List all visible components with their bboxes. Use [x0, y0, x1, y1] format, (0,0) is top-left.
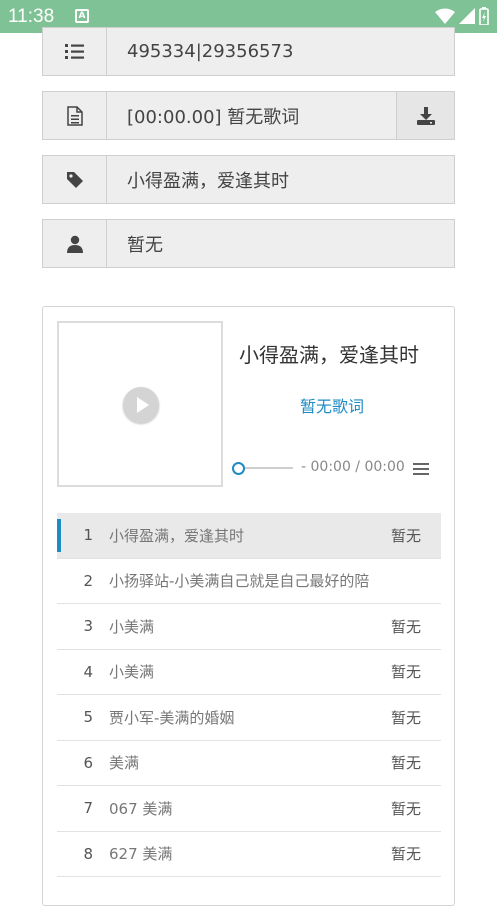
track-artist: 暂无: [390, 526, 421, 545]
track-number: 6: [83, 753, 93, 772]
play-button[interactable]: [123, 387, 159, 423]
track-number: 1: [83, 526, 93, 545]
track-number: 8: [83, 844, 93, 863]
track-artist: 暂无: [390, 754, 421, 773]
progress-handle[interactable]: [232, 462, 245, 475]
artist-field: 暂无: [42, 219, 455, 268]
track-number: 5: [83, 708, 93, 727]
wifi-icon: [435, 8, 455, 24]
tag-icon: [43, 156, 107, 203]
list-item[interactable]: 7 067 美满 暂无: [57, 786, 441, 832]
status-time: 11:38: [8, 6, 55, 27]
track-name: 627 美满: [109, 845, 173, 864]
track-artist: 暂无: [390, 617, 421, 636]
track-name: 小美满: [109, 617, 155, 636]
notification-icon: A: [75, 9, 89, 23]
song-title-field: 小得盈满，爱逢其时: [42, 155, 455, 204]
lyric-value: [00:00.00] 暂无歌词: [127, 106, 300, 128]
track-name: 小扬驿站-小美满自己就是自己最好的陪: [109, 572, 370, 591]
track-number: 3: [83, 617, 93, 636]
list-item[interactable]: 5 贾小军-美满的婚姻 暂无: [57, 695, 441, 741]
list-item[interactable]: 6 美满 暂无: [57, 741, 441, 786]
player-lyric: 暂无歌词: [299, 397, 364, 416]
player-title: 小得盈满，爱逢其时: [239, 343, 419, 367]
track-number: 7: [83, 799, 93, 818]
battery-icon: [479, 7, 489, 25]
track-artist: 暂无: [390, 663, 421, 682]
list-number-icon: [43, 28, 107, 75]
track-name: 小得盈满，爱逢其时: [109, 526, 245, 545]
list-item[interactable]: 8 627 美满 暂无: [57, 832, 441, 877]
song-title-value: 小得盈满，爱逢其时: [127, 170, 289, 192]
playlist: 1 小得盈满，爱逢其时 暂无 2 小扬驿站-小美满自己就是自己最好的陪 3 小美…: [57, 513, 441, 877]
user-icon: [43, 220, 107, 267]
track-name: 美满: [109, 754, 140, 773]
lyric-field: [00:00.00] 暂无歌词: [42, 91, 455, 140]
track-name: 贾小军-美满的婚姻: [109, 708, 235, 727]
song-id-value: 495334|29356573: [127, 41, 294, 62]
album-cover: [57, 321, 223, 487]
download-icon: [416, 106, 435, 125]
track-number: 2: [83, 571, 93, 590]
download-button[interactable]: [396, 92, 454, 139]
playlist-menu-icon[interactable]: [413, 462, 429, 476]
document-icon: [43, 92, 107, 139]
track-number: 4: [83, 662, 93, 681]
track-artist: 暂无: [390, 845, 421, 864]
list-item[interactable]: 2 小扬驿站-小美满自己就是自己最好的陪: [57, 559, 441, 604]
track-artist: 暂无: [390, 799, 421, 818]
track-artist: 暂无: [390, 708, 421, 727]
signal-icon: [459, 8, 475, 24]
system-icons: [435, 7, 489, 25]
artist-value: 暂无: [127, 234, 163, 256]
track-name: 067 美满: [109, 799, 173, 818]
list-item[interactable]: 1 小得盈满，爱逢其时 暂无: [57, 513, 441, 559]
music-player: 小得盈满，爱逢其时 暂无歌词 - 00:00 / 00:00 1 小得盈满，爱逢…: [42, 306, 455, 906]
list-item[interactable]: 3 小美满 暂无: [57, 604, 441, 650]
list-item[interactable]: 4 小美满 暂无: [57, 650, 441, 695]
song-id-field: 495334|29356573: [42, 27, 455, 76]
player-time: - 00:00 / 00:00: [301, 459, 405, 475]
track-name: 小美满: [109, 663, 155, 682]
